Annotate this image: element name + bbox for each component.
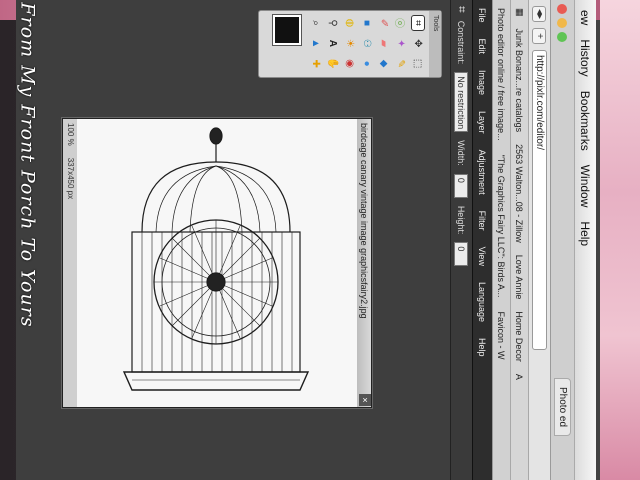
- menu-view[interactable]: View: [478, 247, 488, 266]
- width-label: Width:: [456, 140, 467, 166]
- clone-tool-icon[interactable]: ⚇: [360, 35, 374, 51]
- tools-palette: Tools ⌗ ✥ ⬚ ⓞ ✦ ✎ ✐ ▰ ◆ ■ ⚇ ● ◍ ☀ ◉ ⚲ A …: [258, 10, 442, 78]
- browser-menubar: ew History Bookmarks Window Help: [574, 0, 596, 480]
- blur-tool-icon[interactable]: ●: [360, 56, 374, 72]
- tab-photo-editor[interactable]: Photo ed: [554, 378, 571, 437]
- tool-grid: ⌗ ✥ ⬚ ⓞ ✦ ✎ ✐ ▰ ◆ ■ ⚇ ● ◍ ☀ ◉ ⚲ A ✋ ⌕ ▲ …: [305, 11, 429, 77]
- dodge-tool-icon[interactable]: ☀: [343, 35, 357, 51]
- tool-options-bar: ⌗ Constraint: No restriction Width: 0 He…: [450, 0, 472, 480]
- bookmark-item[interactable]: Love Annie: [515, 255, 525, 300]
- menu-bookmarks[interactable]: Bookmarks: [579, 91, 593, 151]
- redeye-tool-icon[interactable]: ◉: [343, 56, 357, 72]
- close-window-icon[interactable]: [557, 4, 568, 14]
- hand-tool-icon[interactable]: ✋: [326, 56, 340, 72]
- sponge-tool-icon[interactable]: ◍: [343, 15, 357, 31]
- pencil-tool-icon[interactable]: ✎: [394, 56, 408, 72]
- bookmark-item[interactable]: Home Decor: [515, 311, 525, 362]
- minimize-window-icon[interactable]: [557, 18, 568, 28]
- brush-tool-icon[interactable]: ✐: [377, 15, 391, 31]
- overlay-caption: From My Front Porch To Yours: [8, 2, 48, 327]
- image-canvas[interactable]: [75, 119, 357, 407]
- page-tab[interactable]: Photo editor online / free image...: [497, 8, 507, 141]
- menu-cut[interactable]: ew: [579, 10, 593, 25]
- editor-menubar: File Edit Image Layer Adjustment Filter …: [472, 0, 492, 480]
- zoom-unit: %: [66, 138, 75, 146]
- menu-help[interactable]: Help: [579, 221, 593, 246]
- bookmark-item[interactable]: A: [515, 374, 525, 380]
- menu-edit[interactable]: Edit: [478, 39, 488, 55]
- document-titlebar[interactable]: birdcage canary vintage image graphicsfa…: [357, 119, 371, 407]
- bookmark-item[interactable]: 2563 Walton...08 - Zillow: [515, 144, 525, 243]
- menu-language[interactable]: Language: [478, 282, 488, 322]
- eyedropper-tool-icon[interactable]: ⚲: [326, 15, 340, 31]
- height-label: Height:: [456, 205, 467, 235]
- document-statusbar: 100 % 337x450 px: [63, 119, 77, 407]
- bucket-tool-icon[interactable]: ◆: [377, 56, 391, 72]
- tools-title: Tools: [429, 11, 441, 77]
- lasso-tool-icon[interactable]: ⓞ: [394, 15, 408, 31]
- caption-text: From My Front Porch To Yours: [17, 2, 40, 328]
- new-tab-button[interactable]: +: [532, 28, 547, 44]
- window-controls: [557, 4, 568, 42]
- back-forward-button[interactable]: ◂▸: [532, 6, 547, 22]
- wand-tool-icon[interactable]: ✦: [394, 35, 408, 51]
- constraint-select[interactable]: No restriction: [454, 72, 469, 133]
- image-size: 337x450 px: [66, 157, 75, 200]
- menu-image[interactable]: Image: [478, 70, 488, 95]
- tab-strip: Photo editor online / free image... "The…: [492, 0, 510, 480]
- birdcage-illustration: [122, 127, 310, 391]
- monitor-screen: ew History Bookmarks Window Help Photo e…: [16, 0, 596, 480]
- gradient-tool-icon[interactable]: ■: [360, 15, 374, 31]
- address-bar[interactable]: http://pixlr.com/editor/: [532, 50, 547, 350]
- bookmarks-bar: ▦ Junk Bonanz...re catalogs 2563 Walton.…: [510, 0, 528, 480]
- spot-heal-tool-icon[interactable]: ✚: [309, 56, 323, 72]
- constraint-label: Constraint:: [456, 20, 467, 65]
- color-swatch[interactable]: [272, 13, 302, 47]
- menu-adjustment[interactable]: Adjustment: [478, 150, 488, 195]
- eraser-tool-icon[interactable]: ▰: [377, 35, 391, 51]
- height-input[interactable]: 0: [454, 242, 469, 267]
- close-icon[interactable]: ×: [359, 394, 371, 406]
- page-tab[interactable]: Favicon - W: [497, 312, 507, 360]
- menu-window[interactable]: Window: [579, 165, 593, 208]
- zoom-number: 100: [66, 123, 75, 137]
- page-tab[interactable]: "The Graphics Fairy LLC": Birds A...: [497, 155, 507, 298]
- browser-tabbar: Photo ed: [550, 0, 574, 480]
- zoom-window-icon[interactable]: [557, 32, 568, 42]
- menu-layer[interactable]: Layer: [478, 111, 488, 134]
- image-document-window: birdcage canary vintage image graphicsfa…: [62, 118, 372, 408]
- crop-tool-icon[interactable]: ⌗: [411, 15, 425, 31]
- menu-file[interactable]: File: [478, 8, 488, 23]
- move-tool-icon[interactable]: ✥: [411, 35, 425, 51]
- text-tool-icon[interactable]: A: [326, 35, 340, 51]
- width-input[interactable]: 0: [454, 173, 469, 198]
- photo-stage: ew History Bookmarks Window Help Photo e…: [0, 0, 640, 480]
- bookmark-item[interactable]: Junk Bonanz...re catalogs: [515, 29, 525, 133]
- menu-history[interactable]: History: [579, 39, 593, 76]
- zoom-value[interactable]: 100 %: [63, 123, 77, 146]
- zoom-tool-icon[interactable]: ⌕: [309, 15, 323, 31]
- monitor-bezel-edge: [600, 0, 640, 480]
- grid-icon[interactable]: ▦: [514, 8, 525, 17]
- menu-help-editor[interactable]: Help: [478, 338, 488, 357]
- marquee-tool-icon[interactable]: ⬚: [411, 56, 425, 72]
- editor-workspace: Tools ⌗ ✥ ⬚ ⓞ ✦ ✎ ✐ ▰ ◆ ■ ⚇ ● ◍ ☀ ◉ ⚲ A …: [16, 0, 450, 480]
- menu-filter[interactable]: Filter: [478, 211, 488, 231]
- browser-toolbar: ◂▸ + http://pixlr.com/editor/: [528, 0, 550, 480]
- document-title: birdcage canary vintage image graphicsfa…: [359, 123, 369, 319]
- shape-tool-icon[interactable]: ▲: [309, 35, 323, 51]
- crop-icon[interactable]: ⌗: [454, 6, 469, 13]
